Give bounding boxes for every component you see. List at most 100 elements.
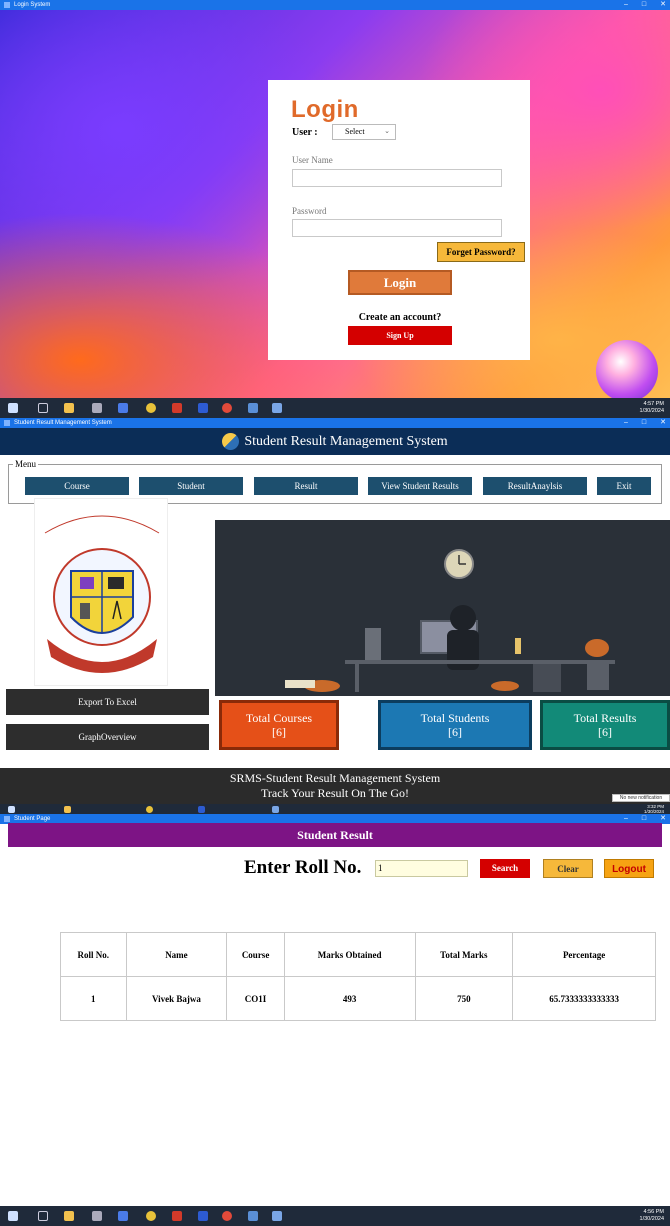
menu-result-button[interactable]: Result [254,477,358,495]
total-results-label: Total Results [573,711,637,725]
roll-number-input[interactable]: 1 [375,860,468,877]
total-students-label: Total Students [420,711,490,725]
menu-course-button[interactable]: Course [25,477,129,495]
login-screenshot: Login System – □ ✕ Login User : Select ⌄… [0,0,670,418]
start-icon[interactable] [8,1211,18,1221]
notification-toast: No new notification [612,794,670,802]
search-button[interactable]: Search [480,859,530,878]
total-courses-card[interactable]: Total Courses [6] [219,700,339,750]
table-cell: Vivek Bajwa [125,976,228,1021]
column-header: Course [226,932,285,977]
system-clock[interactable]: 3:32 PM 1/30/2024 [644,804,664,814]
table-row: 1 Vivek Bajwa CO1I 493 750 65.7333333333… [60,976,656,1021]
taskbar: 3:32 PM 1/30/2024 [0,804,670,814]
maximize-icon[interactable]: □ [642,0,646,10]
menu-exit-button[interactable]: Exit [597,477,651,495]
username-label: User Name [292,155,333,165]
menu-student-button[interactable]: Student [139,477,243,495]
browser-icon[interactable] [222,1211,232,1221]
password-field[interactable] [292,219,502,237]
column-header: Roll No. [60,932,127,977]
photos-icon[interactable] [248,1211,258,1221]
student-result-screenshot: Student Page – □ ✕ Student Result Enter … [0,814,670,1226]
menu-legend: Menu [13,459,38,469]
vscode-icon[interactable] [118,403,128,413]
roll-number-label: Enter Roll No. [244,857,362,878]
file-explorer-icon[interactable] [64,403,74,413]
start-icon[interactable] [8,403,18,413]
menu-result-analysis-button[interactable]: ResultAnaylsis [483,477,587,495]
column-header: Marks Obtained [283,932,416,977]
chrome-icon[interactable] [146,1211,156,1221]
signup-button[interactable]: Sign Up [348,326,452,345]
logout-button[interactable]: Logout [604,859,654,878]
app-header: Student Result Management System [0,428,670,455]
table-cell: 750 [414,976,514,1021]
search-icon[interactable] [38,1211,48,1221]
file-explorer-icon[interactable] [64,806,71,813]
table-cell: 65.7333333333333 [512,976,656,1021]
total-students-card[interactable]: Total Students [6] [378,700,532,750]
minimize-icon[interactable]: – [624,0,628,10]
menu-view-results-button[interactable]: View Student Results [368,477,472,495]
workspace-illustration [285,549,615,692]
password-label: Password [292,206,327,216]
app-footer: SRMS-Student Result Management System Tr… [0,768,670,804]
app-logo-icon [222,433,239,450]
file-explorer-icon[interactable] [64,1211,74,1221]
word-icon[interactable] [198,806,205,813]
clock-time: 4:57 PM [643,401,664,407]
browser-icon[interactable] [222,403,232,413]
table-cell: CO1I [226,976,285,1021]
store-icon[interactable] [92,1211,102,1221]
minimize-icon[interactable]: – [624,418,628,428]
clock-date: 1/30/2024 [639,408,664,414]
create-account-text: Create an account? [358,312,442,323]
column-header: Total Marks [414,932,514,977]
app-running-icon[interactable] [272,1211,282,1221]
chevron-down-icon: ⌄ [384,127,390,135]
system-clock[interactable]: 4:57 PM 1/30/2024 [640,401,664,415]
window-title: Login System [14,2,51,8]
maximize-icon[interactable]: □ [642,418,646,428]
table-cell: 493 [283,976,416,1021]
tool-icon[interactable] [172,403,182,413]
login-window-titlebar: Login System – □ ✕ [0,0,670,10]
close-icon[interactable]: ✕ [660,0,666,10]
word-icon[interactable] [198,1211,208,1221]
decorative-orb [596,340,658,402]
wallpaper: Login User : Select ⌄ User Name Password… [0,10,670,402]
result-table: Roll No. Name Course Marks Obtained Tota… [60,932,656,1021]
app-running-icon[interactable] [272,806,279,813]
college-logo-emblem [44,515,160,673]
window-title: Student Result Management System [14,420,112,426]
search-icon[interactable] [38,403,48,413]
login-button[interactable]: Login [348,270,452,295]
login-heading: Login [291,96,359,123]
vscode-icon[interactable] [118,1211,128,1221]
clear-button[interactable]: Clear [543,859,593,878]
total-courses-label: Total Courses [245,711,313,725]
dashboard-illustration [215,520,670,696]
forget-password-button[interactable]: Forget Password? [437,242,525,262]
dashboard-screenshot: Student Result Management System – □ ✕ S… [0,418,670,814]
close-icon[interactable]: ✕ [660,418,666,428]
photos-icon[interactable] [248,403,258,413]
chrome-icon[interactable] [146,806,153,813]
store-icon[interactable] [92,403,102,413]
graph-overview-button[interactable]: GraphOverview [6,724,209,750]
user-type-label: User : [292,127,318,138]
start-icon[interactable] [8,806,15,813]
app-running-icon[interactable] [272,403,282,413]
word-icon[interactable] [198,403,208,413]
system-clock[interactable]: 4:56 PM 1/30/2024 [640,1209,664,1223]
user-type-select[interactable]: Select ⌄ [332,124,396,140]
college-logo [34,498,168,686]
export-excel-button[interactable]: Export To Excel [6,689,209,715]
clock-date: 1/30/2024 [639,1216,664,1222]
username-field[interactable] [292,169,502,187]
total-results-card[interactable]: Total Results [6] [540,700,670,750]
chrome-icon[interactable] [146,403,156,413]
tool-icon[interactable] [172,1211,182,1221]
dashboard-window-titlebar: Student Result Management System – □ ✕ [0,418,670,428]
